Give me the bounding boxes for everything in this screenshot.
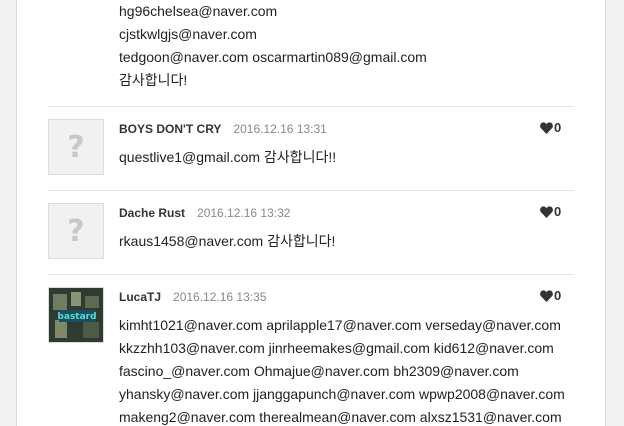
comment-divider [48, 274, 574, 275]
comment-line: hg96chelsea@naver.com [119, 3, 278, 19]
comment-line: 감사합니다! [119, 72, 188, 88]
comment-divider [48, 106, 574, 107]
comment-line: tedgoon@naver.com oscarmartin089@gmail.c… [119, 49, 427, 65]
like-count: 0 [554, 120, 562, 135]
comment-date: 2016.12.16 13:32 [197, 206, 291, 220]
question-mark-icon: ? [67, 213, 85, 249]
question-mark-icon: ? [67, 129, 85, 165]
heart-icon [540, 290, 553, 302]
like-button[interactable]: 0 [540, 120, 561, 136]
comment-header: Dache Rust 2016.12.16 13:32 [119, 205, 290, 221]
comment-header: BOYS DON'T CRY 2016.12.16 13:31 [119, 121, 327, 137]
avatar[interactable]: bastard [48, 287, 104, 343]
comment-date: 2016.12.16 13:35 [173, 290, 267, 304]
like-button[interactable]: 0 [540, 288, 561, 304]
comment-author[interactable]: Dache Rust [119, 206, 185, 220]
comment-line: cjstkwlgjs@naver.com [119, 26, 257, 42]
avatar[interactable]: ? [48, 119, 104, 175]
comment-body: questlive1@gmail.com 감사합니다!! [119, 146, 336, 169]
like-count: 0 [554, 288, 562, 303]
comment-author[interactable]: LucaTJ [119, 290, 161, 304]
comment-header: LucaTJ 2016.12.16 13:35 [119, 289, 266, 305]
heart-icon [540, 122, 553, 134]
heart-icon [540, 206, 553, 218]
comment-line: kimht1021@naver.com aprilapple17@naver.c… [119, 317, 561, 333]
avatar-logo-text: bastard [57, 312, 96, 322]
comment-line: makeng2@naver.com therealmean@naver.com … [119, 409, 562, 425]
comment-line: kkzzhh103@naver.com jinrheemakes@gmail.c… [119, 340, 554, 356]
like-button[interactable]: 0 [540, 204, 561, 220]
comment-line: fascino_@naver.com Ohmajue@naver.com bh2… [119, 363, 519, 379]
comment-date: 2016.12.16 13:31 [233, 122, 327, 136]
comment-line: yhansky@naver.com jjanggapunch@naver.com… [119, 386, 565, 402]
comment-divider [48, 190, 574, 191]
comment-body: kimht1021@naver.com aprilapple17@naver.c… [119, 314, 565, 426]
comment-line: questlive1@gmail.com 감사합니다!! [119, 149, 337, 165]
avatar-image: bastard [49, 288, 103, 342]
avatar[interactable]: ? [48, 203, 104, 259]
comment-author[interactable]: BOYS DON'T CRY [119, 122, 221, 136]
comment-line: rkaus1458@naver.com 감사합니다! [119, 233, 336, 249]
like-count: 0 [554, 204, 562, 219]
comment-body: rkaus1458@naver.com 감사합니다! [119, 230, 335, 253]
previous-comment-body: hg96chelsea@naver.com cjstkwlgjs@naver.c… [119, 0, 427, 92]
